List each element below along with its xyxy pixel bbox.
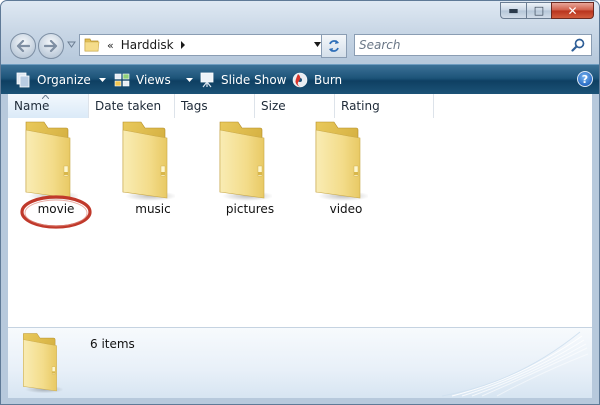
burn-label: Burn xyxy=(314,72,343,87)
minimize-button[interactable]: ▬ xyxy=(500,2,526,19)
folder-icon xyxy=(84,38,100,52)
burn-button[interactable]: Burn xyxy=(292,65,342,94)
slide-show-icon xyxy=(200,72,214,87)
folder-label: music xyxy=(135,202,171,216)
column-date-taken[interactable]: Date taken xyxy=(89,94,175,118)
column-tags-label: Tags xyxy=(181,99,208,113)
address-dropdown-icon[interactable] xyxy=(314,42,321,47)
help-icon[interactable]: ? xyxy=(577,71,593,87)
close-button[interactable]: ✕ xyxy=(551,2,594,19)
column-name[interactable]: Name xyxy=(8,94,89,118)
folder-icon xyxy=(18,120,78,202)
details-pane: 6 items xyxy=(8,327,592,398)
hidden-locations-chevron[interactable]: « xyxy=(107,39,114,52)
chevron-down-icon xyxy=(98,77,106,82)
burn-disc-icon xyxy=(292,72,308,87)
views-icon xyxy=(114,73,130,86)
folder-label: pictures xyxy=(225,202,275,216)
recent-pages-dropdown-icon[interactable] xyxy=(67,40,76,49)
chevron-down-icon xyxy=(185,77,193,82)
navigation-bar: « Harddisk xyxy=(1,31,599,61)
breadcrumb-arrow-icon[interactable] xyxy=(180,41,186,49)
forward-arrow-icon xyxy=(44,40,58,52)
folder-icon xyxy=(212,120,272,202)
decorative-swoosh xyxy=(442,331,589,397)
column-rating-label: Rating xyxy=(341,99,380,113)
back-button[interactable] xyxy=(10,33,36,59)
forward-button[interactable] xyxy=(38,33,64,59)
organize-label: Organize xyxy=(37,72,91,87)
organize-button[interactable]: Organize xyxy=(15,65,106,94)
file-list: movie music pictures video xyxy=(8,118,592,327)
back-arrow-icon xyxy=(16,40,30,52)
folder-icon xyxy=(115,120,175,202)
explorer-window: ▬ □ ✕ « Harddisk Search Organize Views S… xyxy=(0,0,600,405)
folder-label: video xyxy=(329,202,363,216)
refresh-button[interactable] xyxy=(321,34,347,58)
sort-ascending-icon xyxy=(42,95,49,99)
column-tags[interactable]: Tags xyxy=(175,94,255,118)
column-name-label: Name xyxy=(14,99,50,113)
column-size[interactable]: Size xyxy=(255,94,335,118)
slide-show-label: Slide Show xyxy=(221,72,287,87)
caption-buttons: ▬ □ ✕ xyxy=(500,2,594,19)
address-bar[interactable]: « Harddisk xyxy=(79,34,347,58)
organize-icon xyxy=(16,72,30,87)
minimize-icon: ▬ xyxy=(508,4,519,17)
folder-icon xyxy=(308,120,368,202)
slide-show-button[interactable]: Slide Show xyxy=(199,65,286,94)
folder-icon xyxy=(16,332,64,394)
search-box xyxy=(354,34,592,56)
command-toolbar: Organize Views Slide Show Burn ? xyxy=(1,64,599,94)
maximize-icon: □ xyxy=(533,4,545,17)
column-date-taken-label: Date taken xyxy=(95,99,162,113)
folder-label: movie xyxy=(37,202,75,216)
search-input[interactable] xyxy=(359,38,564,52)
search-icon[interactable] xyxy=(571,38,585,52)
item-count: 6 items xyxy=(90,337,135,351)
column-rating[interactable]: Rating xyxy=(335,94,434,118)
column-size-label: Size xyxy=(261,99,286,113)
maximize-button[interactable]: □ xyxy=(526,2,551,19)
views-label: Views xyxy=(136,72,171,87)
breadcrumb-harddisk[interactable]: Harddisk xyxy=(121,38,174,52)
refresh-icon xyxy=(329,40,339,52)
views-button[interactable]: Views xyxy=(114,65,193,94)
close-icon: ✕ xyxy=(567,3,578,18)
column-header-row: Name Date taken Tags Size Rating xyxy=(8,94,592,119)
